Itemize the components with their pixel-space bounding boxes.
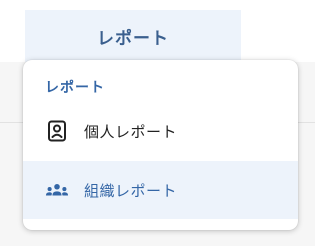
- report-menu-tab-label: レポート: [97, 28, 169, 49]
- report-menu-tab[interactable]: レポート: [25, 10, 241, 62]
- person-card-icon: [45, 119, 69, 143]
- menu-item-organization-report[interactable]: 組織レポート: [23, 161, 298, 219]
- dropdown-header: レポート: [45, 80, 105, 96]
- report-dropdown-menu: レポート 個人レポート 組織レポート: [23, 60, 298, 230]
- menu-item-label: 個人レポート: [84, 122, 178, 141]
- menu-item-label: 組織レポート: [84, 181, 178, 200]
- menu-item-personal-report[interactable]: 個人レポート: [23, 102, 298, 160]
- group-icon: [45, 178, 69, 202]
